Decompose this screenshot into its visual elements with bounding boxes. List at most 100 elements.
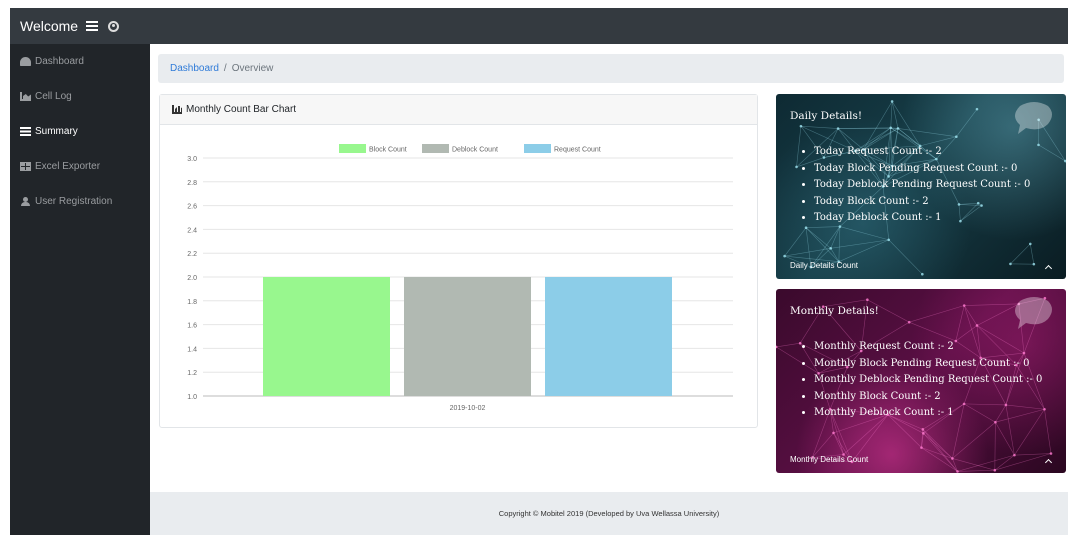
legend-swatch — [524, 144, 551, 153]
sidebar-item-label: Cell Log — [35, 91, 72, 102]
network-line — [957, 469, 995, 472]
sidebar-item-label: Dashboard — [35, 56, 84, 67]
network-line — [922, 429, 953, 459]
network-line — [956, 108, 978, 137]
sidebar-item-user-registration[interactable]: User Registration — [10, 184, 150, 219]
monthly-chart-card: Monthly Count Bar Chart 3.0 2.8 2.6 2.4 2.2 2… — [159, 94, 758, 428]
network-node — [975, 324, 979, 327]
network-node — [1013, 453, 1016, 457]
bar-chart-icon — [172, 105, 182, 114]
list-item: Today Deblock Pending Request Count :- 0 — [814, 177, 1030, 194]
bars-icon[interactable] — [86, 21, 99, 31]
list-item: Today Deblock Count :- 1 — [814, 210, 1030, 227]
chat-bubble-icon — [1015, 102, 1052, 134]
sidebar-item-dashboard[interactable]: Dashboard — [10, 44, 150, 79]
network-node — [920, 446, 923, 449]
y-tick-label: 2.0 — [187, 275, 197, 282]
network-node — [1043, 407, 1046, 411]
list-item: Monthly Deblock Pending Request Count :-… — [814, 372, 1042, 389]
network-node — [795, 165, 798, 169]
monthly-details-title: Monthly Details! — [790, 305, 879, 317]
network-node — [783, 254, 786, 258]
network-node — [889, 126, 893, 130]
network-node — [832, 431, 835, 435]
daily-details-card: Daily Details! Today Request Count :- 2 … — [776, 94, 1066, 279]
breadcrumb: Dashboard / Overview — [158, 54, 1064, 83]
network-node — [890, 100, 894, 103]
network-line — [957, 454, 1015, 472]
network-node — [799, 124, 803, 128]
network-node — [829, 247, 833, 250]
bar — [404, 277, 531, 396]
list-item: Monthly Block Pending Request Count :- 0 — [814, 356, 1042, 373]
y-tick-label: 1.6 — [187, 323, 197, 330]
y-tick-label: 1.4 — [187, 346, 197, 353]
network-node — [896, 127, 900, 130]
area-chart-icon — [20, 92, 31, 101]
network-node — [993, 468, 997, 472]
network-line — [805, 227, 840, 262]
y-tick-label: 2.2 — [187, 251, 197, 258]
y-tick-label: 3.0 — [187, 156, 197, 163]
sidebar-item-summary[interactable]: Summary — [10, 114, 150, 149]
network-line — [994, 453, 1052, 471]
network-line — [963, 305, 978, 326]
bar — [263, 277, 390, 396]
chevron-up-icon[interactable] — [1045, 457, 1052, 464]
network-node — [866, 298, 869, 302]
sidebar-item-label: Excel Exporter — [35, 161, 101, 172]
network-node — [962, 304, 966, 307]
legend-swatch — [339, 144, 366, 153]
monthly-details-footer[interactable]: Monthly Details Count — [790, 455, 868, 464]
network-line — [839, 226, 889, 241]
network-line — [922, 429, 958, 472]
network-line — [784, 227, 807, 257]
user-circle-icon[interactable] — [108, 20, 120, 32]
y-tick-label: 1.8 — [187, 299, 197, 306]
network-node — [1037, 143, 1040, 147]
list-item: Monthly Deblock Count :- 1 — [814, 405, 1042, 422]
chat-bubble-icon — [1015, 297, 1052, 329]
legend-label: Request Count — [554, 147, 601, 154]
y-tick-label: 2.8 — [187, 180, 197, 187]
legend-swatch — [422, 144, 449, 153]
list-item: Today Block Count :- 2 — [814, 194, 1030, 211]
network-line — [812, 432, 834, 458]
network-line — [800, 125, 839, 129]
sidebar-item-cell-log[interactable]: Cell Log — [10, 79, 150, 114]
user-icon — [20, 197, 31, 206]
sidebar-item-excel-exporter[interactable]: Excel Exporter — [10, 149, 150, 184]
x-tick-label: 2019-10-02 — [450, 405, 486, 412]
network-line — [888, 239, 923, 275]
breadcrumb-separator: / — [223, 63, 227, 74]
network-line — [863, 101, 893, 150]
network-line — [776, 346, 819, 374]
legend-label: Block Count — [369, 147, 407, 154]
network-line — [964, 303, 1019, 306]
network-line — [838, 239, 889, 262]
brand-title[interactable]: Welcome — [20, 18, 78, 34]
network-node — [1049, 452, 1053, 455]
chevron-up-icon[interactable] — [1045, 263, 1052, 270]
y-tick-label: 1.0 — [187, 394, 197, 401]
list-icon — [20, 127, 31, 136]
network-node — [956, 470, 959, 473]
network-node — [955, 135, 958, 139]
network-node — [921, 428, 925, 431]
daily-details-footer[interactable]: Daily Details Count — [790, 261, 858, 270]
breadcrumb-link-dashboard[interactable]: Dashboard — [170, 63, 219, 74]
tachometer-icon — [20, 57, 31, 66]
network-node — [951, 457, 954, 460]
network-node — [922, 432, 925, 435]
network-node — [975, 107, 979, 111]
y-tick-label: 1.2 — [187, 370, 197, 377]
network-node — [1009, 262, 1012, 266]
network-node — [1032, 262, 1036, 266]
sidebar-item-label: Summary — [35, 126, 78, 137]
legend-label: Deblock Count — [452, 147, 498, 154]
network-line — [1010, 243, 1031, 265]
list-item: Today Block Pending Request Count :- 0 — [814, 161, 1030, 178]
list-item: Monthly Block Count :- 2 — [814, 389, 1042, 406]
network-line — [994, 454, 1015, 471]
chart-card-title: Monthly Count Bar Chart — [186, 104, 297, 115]
